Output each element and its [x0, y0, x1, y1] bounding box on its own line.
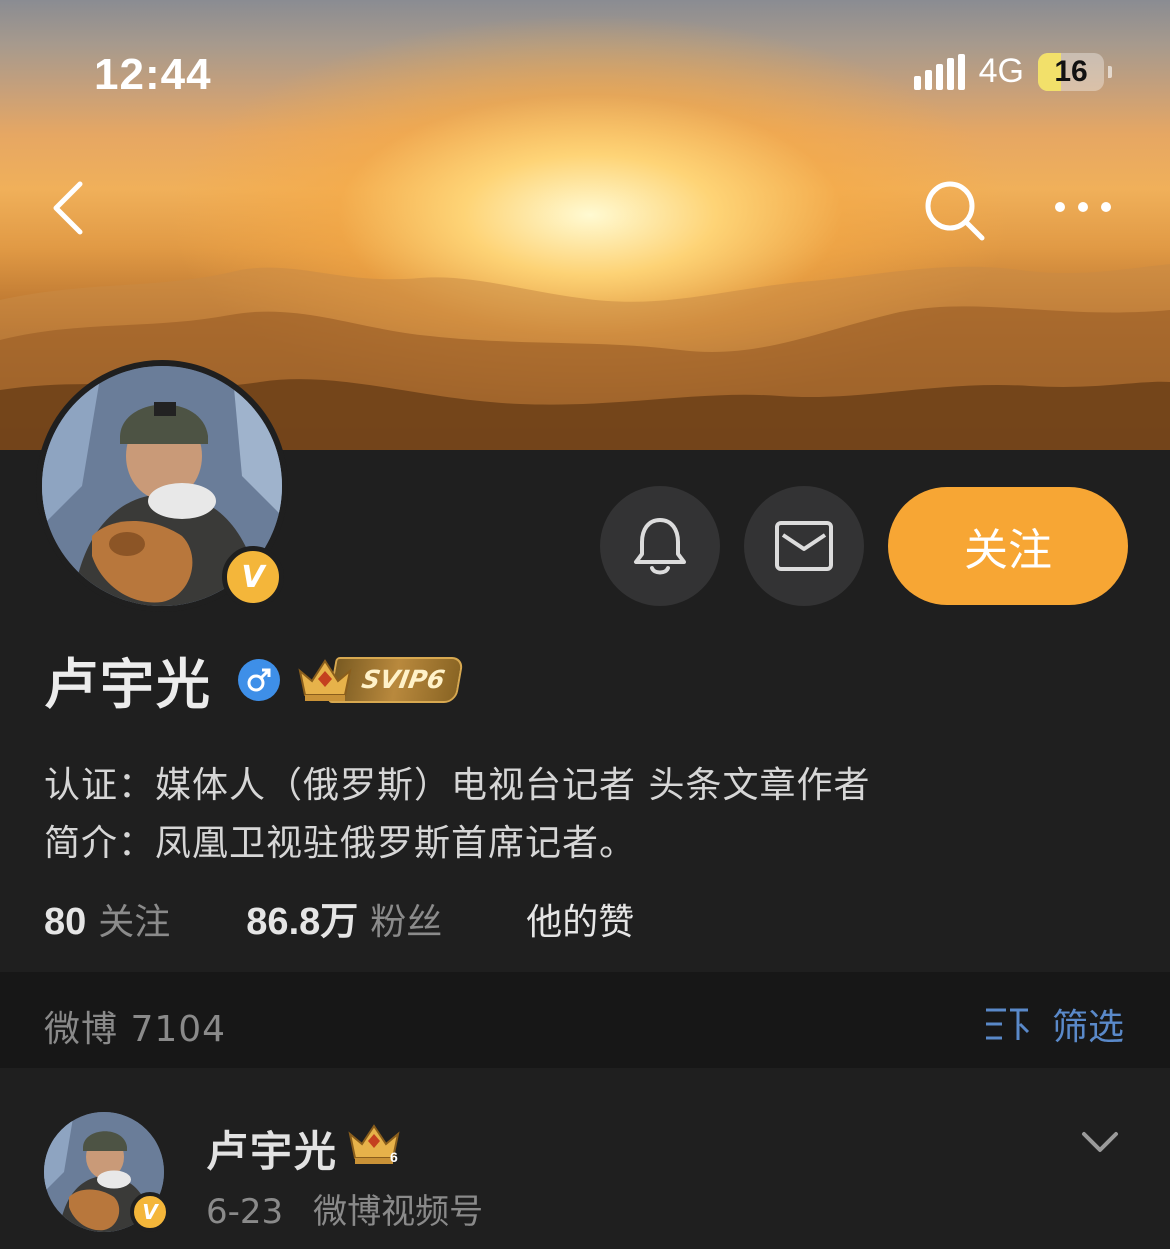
crown-icon: 6 [348, 1124, 400, 1165]
post-author-avatar[interactable]: V [44, 1112, 170, 1232]
more-button[interactable] [1050, 190, 1120, 224]
following-count: 80 [44, 901, 87, 943]
filter-icon [985, 1008, 1030, 1040]
name-row: 卢宇光 SVIP6 [44, 640, 465, 719]
crown-icon [298, 658, 352, 701]
verified-badge: V [130, 1192, 170, 1232]
followers-label: 粉丝 [370, 902, 443, 943]
mail-icon [775, 521, 833, 571]
svip-badge[interactable]: SVIP6 [296, 656, 465, 703]
message-button[interactable] [744, 486, 864, 606]
bell-icon [634, 518, 686, 575]
ellipsis-icon [1055, 202, 1111, 212]
network-label: 4G [978, 52, 1024, 90]
status-time: 12:44 [94, 50, 212, 99]
filter-label: 筛选 [1051, 1007, 1124, 1048]
chevron-down-icon [1082, 1132, 1118, 1152]
posts-count: 微博 7104 [44, 1009, 227, 1050]
battery-text: 16 [1054, 54, 1088, 88]
crown-level: 6 [390, 1149, 398, 1165]
post-meta: 6-23 微博视频号 [206, 1184, 483, 1233]
stats-row: 80 关注 86.8万 粉丝 他的赞 [44, 890, 634, 945]
follow-button[interactable]: 关注 [888, 487, 1128, 605]
followers-stat[interactable]: 86.8万 粉丝 [246, 890, 442, 945]
chevron-left-icon [53, 181, 83, 235]
post-source: 微博视频号 [313, 1192, 484, 1232]
post-date: 6-23 [206, 1192, 284, 1232]
status-indicators: 4G 16 [913, 52, 1112, 91]
intro-text: 简介：凤凰卫视驻俄罗斯首席记者。 [44, 823, 637, 864]
male-icon [238, 658, 280, 701]
profile-avatar[interactable]: V [36, 360, 288, 612]
battery-tip [1108, 65, 1112, 78]
back-button[interactable] [44, 178, 104, 238]
certification-text: 认证：媒体人（俄罗斯）电视台记者 头条文章作者 [44, 765, 871, 806]
following-stat[interactable]: 80 关注 [44, 893, 170, 945]
followers-count: 86.8万 [246, 901, 359, 943]
likes-link[interactable]: 他的赞 [526, 893, 634, 945]
filter-button[interactable]: 筛选 [984, 998, 1124, 1050]
verified-badge: V [222, 546, 284, 608]
search-button[interactable] [920, 176, 990, 246]
notify-button[interactable] [600, 486, 720, 606]
post-menu-button[interactable] [1078, 1124, 1122, 1160]
signal-icon [913, 53, 965, 90]
following-label: 关注 [98, 902, 171, 943]
search-icon [925, 181, 985, 241]
post-author-name[interactable]: 卢宇光 [206, 1118, 338, 1179]
profile-name: 卢宇光 [44, 653, 212, 716]
battery-icon: 16 [1038, 52, 1104, 91]
posts-bar: 微博 7104 筛选 [0, 972, 1170, 1068]
